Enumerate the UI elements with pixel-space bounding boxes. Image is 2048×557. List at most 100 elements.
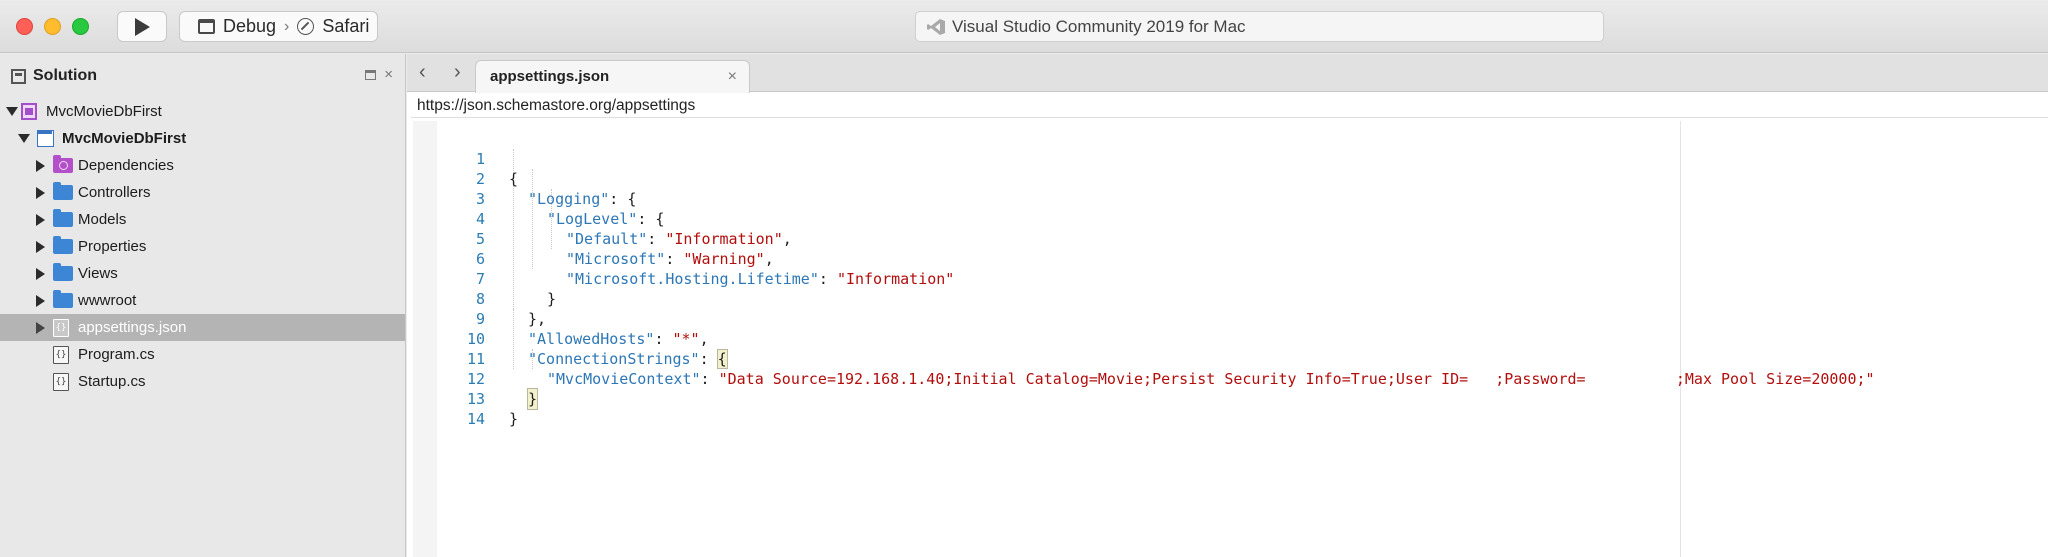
visual-studio-icon [927, 18, 945, 35]
expand-right-icon[interactable] [36, 294, 45, 307]
code-text: "MvcMovieContext": "Data Source=192.168.… [547, 369, 1875, 389]
window-zoom-button[interactable] [72, 18, 89, 35]
solution-tree: MvcMovieDbFirst MvcMovieDbFirst Dependen… [0, 98, 405, 395]
code-text: "Microsoft.Hosting.Lifetime": "Informati… [566, 269, 954, 289]
code-text: }, [528, 310, 547, 328]
cs-file-icon: {} [53, 372, 69, 391]
json-string: "Data Source=192.168.1.40;Initial Catalo… [718, 370, 1875, 388]
play-icon [135, 17, 150, 36]
json-schema-bar[interactable]: https://json.schemastore.org/appsettings [411, 94, 2048, 118]
json-key: "Microsoft" [566, 250, 666, 268]
folder-icon [53, 290, 73, 308]
tree-item-views[interactable]: Views [0, 260, 405, 287]
tree-item-label: Program.cs [78, 346, 155, 363]
json-punctuation: : { [637, 210, 665, 228]
tree-item-models[interactable]: Models [0, 206, 405, 233]
expand-down-icon[interactable] [6, 107, 18, 116]
tab-close-icon[interactable]: × [728, 61, 737, 93]
code-line: 12 } [407, 349, 539, 410]
expand-right-icon[interactable] [36, 186, 45, 199]
code-editor[interactable]: 1 { 2 "Logging": { 3 "LogLevel": { 4 "De… [407, 121, 2048, 557]
code-text: "Default": "Information", [566, 229, 792, 249]
window-close-button[interactable] [16, 18, 33, 35]
indent-guide [532, 169, 533, 269]
json-punctuation: : [700, 370, 719, 388]
expand-down-icon[interactable] [18, 134, 30, 143]
dependencies-folder-icon [53, 155, 73, 173]
window-minimize-button[interactable] [44, 18, 61, 35]
code-line: 5 "Microsoft": "Warning", [407, 209, 774, 268]
code-line: 7 } [407, 249, 556, 308]
tree-item-label: appsettings.json [78, 319, 187, 336]
tree-item-label: Models [78, 211, 127, 228]
code-line: 11 "MvcMovieContext": "Data Source=192.1… [407, 329, 1875, 388]
json-key: "Logging" [528, 190, 610, 208]
folder-icon [53, 263, 73, 281]
code-line: 1 { [407, 129, 518, 188]
editor-tab-bar: ‹ › appsettings.json × [407, 54, 2048, 93]
navigate-forward-button[interactable]: › [454, 62, 461, 82]
tree-item-solution[interactable]: MvcMovieDbFirst [0, 98, 405, 125]
json-key: "LogLevel" [547, 210, 638, 228]
run-button[interactable] [117, 11, 167, 42]
right-margin-guide [1680, 121, 1681, 557]
json-key: "ConnectionStrings" [528, 350, 700, 368]
matched-brace: } [526, 388, 539, 410]
solution-icon [21, 103, 37, 120]
code-line: 14 [407, 389, 485, 428]
tree-item-project[interactable]: MvcMovieDbFirst [0, 125, 405, 152]
expand-right-icon[interactable] [36, 213, 45, 226]
tab-label: appsettings.json [490, 68, 610, 85]
tree-item-controllers[interactable]: Controllers [0, 179, 405, 206]
code-line: 2 "Logging": { [407, 149, 636, 208]
tree-item-dependencies[interactable]: Dependencies [0, 152, 405, 179]
tree-item-properties[interactable]: Properties [0, 233, 405, 260]
folder-icon [53, 236, 73, 254]
tree-item-appsettings[interactable]: {} appsettings.json [0, 314, 405, 341]
tree-item-label: Views [78, 265, 118, 282]
solution-pad-header: Solution [0, 54, 405, 98]
code-text: { [509, 170, 519, 188]
pad-actions: × [365, 67, 393, 82]
json-punctuation: , [782, 230, 792, 248]
expand-right-icon[interactable] [36, 240, 45, 253]
code-text: "Logging": { [528, 189, 636, 209]
json-punctuation: : { [609, 190, 637, 208]
expand-right-icon[interactable] [36, 321, 45, 334]
json-punctuation: : [818, 270, 837, 288]
editor-pane: ‹ › appsettings.json × https://json.sche… [407, 54, 2048, 557]
json-key: "MvcMovieContext" [547, 370, 701, 388]
dock-icon[interactable] [365, 70, 377, 80]
json-string: "Warning" [683, 250, 765, 268]
indent-guide [513, 309, 514, 369]
folder-icon [53, 182, 73, 200]
tree-item-program[interactable]: {} Program.cs [0, 341, 405, 368]
code-line: 9 "AllowedHosts": "*", [407, 289, 709, 348]
json-file-icon: {} [53, 318, 69, 337]
json-string: "Information" [665, 230, 783, 248]
run-configuration-selector[interactable]: Debug › Safari [179, 11, 378, 42]
json-punctuation: : [654, 330, 673, 348]
solution-pad-icon [11, 68, 26, 84]
json-punctuation: , [764, 250, 774, 268]
tree-item-wwwroot[interactable]: wwwroot [0, 287, 405, 314]
tab-appsettings-json[interactable]: appsettings.json × [475, 60, 750, 93]
expand-right-icon[interactable] [36, 159, 45, 172]
code-line: 6 "Microsoft.Hosting.Lifetime": "Informa… [407, 229, 954, 288]
target-label: Safari [322, 16, 370, 36]
tree-item-label: Properties [78, 238, 147, 255]
json-key: "AllowedHosts" [528, 330, 655, 348]
expand-right-icon[interactable] [36, 267, 45, 280]
window-title: Visual Studio Community 2019 for Mac [952, 16, 1246, 36]
status-bar: Visual Studio Community 2019 for Mac [915, 11, 1604, 42]
folder-icon [53, 209, 73, 227]
tree-item-label: MvcMovieDbFirst [46, 103, 162, 120]
json-punctuation: : [665, 250, 684, 268]
solution-pad-title: Solution [33, 67, 97, 84]
title-bar: Debug › Safari Visual Studio Community 2… [0, 0, 2048, 53]
navigate-back-button[interactable]: ‹ [419, 62, 426, 82]
matched-brace: { [716, 349, 728, 369]
window-icon [198, 19, 215, 34]
close-pad-icon[interactable]: × [384, 67, 393, 82]
tree-item-startup[interactable]: {} Startup.cs [0, 368, 405, 395]
